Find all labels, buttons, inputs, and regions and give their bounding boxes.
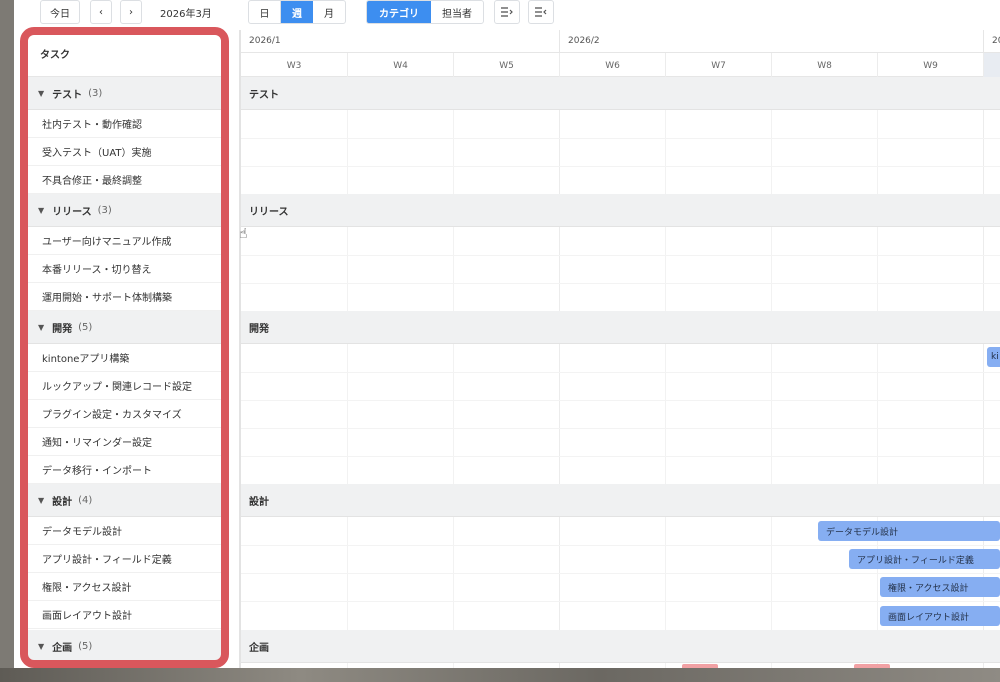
category-count: (3) xyxy=(88,87,103,99)
collapse-triangle-icon: ▼ xyxy=(38,205,45,215)
timeline-category-band: 開発 xyxy=(241,311,1000,344)
current-month-label: 2026年3月 xyxy=(160,8,212,20)
view-week-tab[interactable]: 週 xyxy=(281,1,313,23)
task-row[interactable]: アプリ設計・フィールド定義 xyxy=(24,545,226,573)
week-header: W3 xyxy=(286,60,302,71)
category-count: (3) xyxy=(97,204,112,216)
row-line xyxy=(241,283,1000,284)
task-row[interactable]: 画面レイアウト設計 xyxy=(24,601,226,629)
expand-all-button[interactable] xyxy=(494,0,520,24)
collapse-all-icon xyxy=(535,7,547,17)
task-row[interactable]: 不具合修正・最終調整 xyxy=(24,166,226,194)
row-line xyxy=(241,400,1000,401)
category-count: (5) xyxy=(78,640,93,652)
collapse-triangle-icon: ▼ xyxy=(38,641,45,651)
category-name: 開発 xyxy=(52,323,73,335)
row-line xyxy=(241,255,1000,256)
category-row-design[interactable]: ▼ 設計 (4) xyxy=(24,484,226,517)
week-header-row: W3 W4 W5 W6 W7 W8 W9 xyxy=(241,52,1000,78)
timeline-category-band: 企画 xyxy=(241,630,1000,663)
row-line xyxy=(241,456,1000,457)
row-line xyxy=(241,573,1000,574)
task-bar[interactable]: データモデル設計 xyxy=(818,521,1000,541)
collapse-triangle-icon: ▼ xyxy=(38,88,45,98)
task-list-panel: タスク ▼ テスト (3) 社内テスト・動作確認 受入テスト（UAT）実施 不具… xyxy=(24,30,226,668)
gantt-app: 今日 ‹ › 2026年3月 日 週 月 カテゴリ 担当者 タスク ▼ テスト … xyxy=(14,0,1000,668)
collapse-all-button[interactable] xyxy=(528,0,554,24)
task-row[interactable]: 権限・アクセス設計 xyxy=(24,573,226,601)
week-header: W7 xyxy=(665,53,771,78)
month-header: 20 xyxy=(983,30,1000,52)
row-line xyxy=(241,428,1000,429)
hand-cursor-icon: ☝ xyxy=(239,226,248,242)
task-row[interactable]: データモデル設計 xyxy=(24,517,226,545)
task-bar[interactable]: ki xyxy=(987,347,1000,367)
group-switcher: カテゴリ 担当者 xyxy=(366,0,484,24)
week-header: W9 xyxy=(877,53,983,78)
expand-all-icon xyxy=(501,7,513,17)
gantt-timeline: 2026/1 2026/2 20 W3 W4 W5 W6 W7 W8 W9 xyxy=(241,30,1000,668)
background-strip xyxy=(0,668,1000,682)
task-bar[interactable]: アプリ設計・フィールド定義 xyxy=(849,549,1000,569)
category-row-release[interactable]: ▼ リリース (3) xyxy=(24,194,226,227)
task-column-header: タスク xyxy=(24,30,226,77)
month-header: 2026/2 xyxy=(559,30,983,52)
category-row-dev[interactable]: ▼ 開発 (5) xyxy=(24,311,226,344)
category-count: (5) xyxy=(78,321,93,333)
month-header: 2026/1 xyxy=(249,36,281,46)
week-header: W5 xyxy=(453,53,559,78)
task-row[interactable]: 社内テスト・動作確認 xyxy=(24,110,226,138)
timeline-category-band: テスト xyxy=(241,77,1000,110)
task-row[interactable]: 本番リリース・切り替え xyxy=(24,255,226,283)
task-row[interactable]: ルックアップ・関連レコード設定 xyxy=(24,372,226,400)
week-header: W6 xyxy=(559,53,665,78)
task-row[interactable]: ユーザー向けマニュアル作成 xyxy=(24,227,226,255)
today-button[interactable]: 今日 xyxy=(40,0,80,24)
week-header: W4 xyxy=(347,53,453,78)
task-bar[interactable]: 画面レイアウト設計 xyxy=(880,606,1000,626)
category-count: (4) xyxy=(78,494,93,506)
row-line xyxy=(241,138,1000,139)
category-row-planning[interactable]: ▼ 企画 (5) xyxy=(24,630,226,663)
view-day-tab[interactable]: 日 xyxy=(249,1,281,23)
group-category-tab[interactable]: カテゴリ xyxy=(367,1,431,23)
view-switcher: 日 週 月 xyxy=(248,0,346,24)
category-name: 企画 xyxy=(52,642,73,654)
current-week-marker xyxy=(983,53,1000,78)
task-row[interactable]: プラグイン設定・カスタマイズ xyxy=(24,400,226,428)
task-row[interactable]: 受入テスト（UAT）実施 xyxy=(24,138,226,166)
timeline-category-band: 設計 xyxy=(241,484,1000,517)
task-row[interactable]: kintoneアプリ構築 xyxy=(24,344,226,372)
prev-button[interactable]: ‹ xyxy=(90,0,112,24)
toolbar: 今日 ‹ › 2026年3月 日 週 月 カテゴリ 担当者 xyxy=(14,0,1000,30)
task-bar[interactable]: 権限・アクセス設計 xyxy=(880,577,1000,597)
category-name: 設計 xyxy=(52,496,73,508)
collapse-triangle-icon: ▼ xyxy=(38,495,45,505)
week-header: W8 xyxy=(771,53,877,78)
task-row[interactable]: 通知・リマインダー設定 xyxy=(24,428,226,456)
row-line xyxy=(241,601,1000,602)
category-name: リリース xyxy=(52,206,92,218)
group-assignee-tab[interactable]: 担当者 xyxy=(431,1,483,23)
next-button[interactable]: › xyxy=(120,0,142,24)
category-name: テスト xyxy=(52,89,83,101)
task-row[interactable]: 運用開始・サポート体制構築 xyxy=(24,283,226,311)
collapse-triangle-icon: ▼ xyxy=(38,322,45,332)
timeline-category-band: リリース xyxy=(241,194,1000,227)
task-row[interactable]: データ移行・インポート xyxy=(24,456,226,484)
category-row-test[interactable]: ▼ テスト (3) xyxy=(24,77,226,110)
view-month-tab[interactable]: 月 xyxy=(313,1,345,23)
row-line xyxy=(241,372,1000,373)
row-line xyxy=(241,166,1000,167)
row-line xyxy=(241,545,1000,546)
